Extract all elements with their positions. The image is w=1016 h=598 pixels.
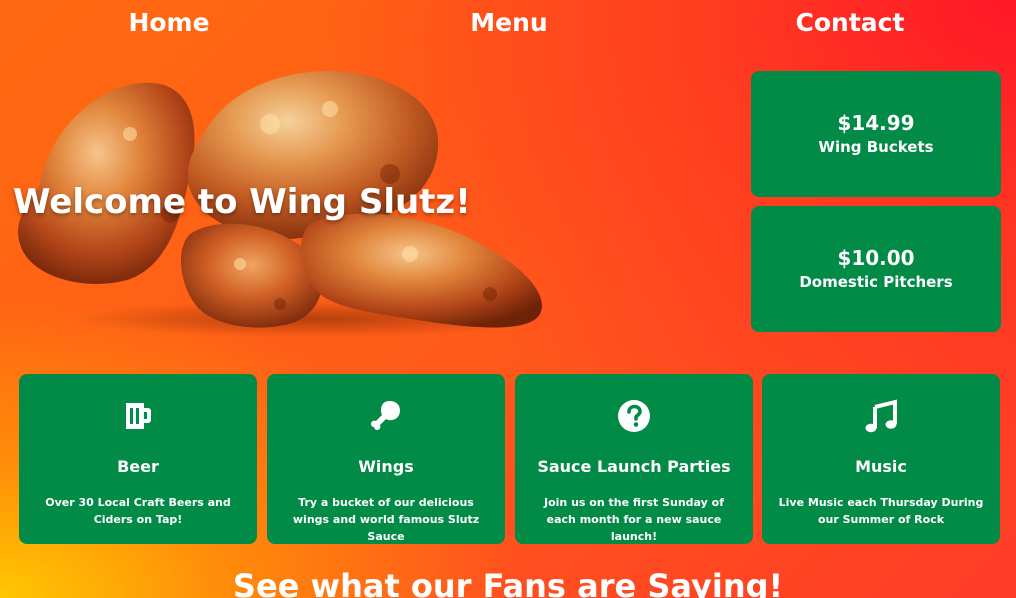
nav-home-link[interactable]: Home: [128, 8, 209, 37]
feature-card-music[interactable]: Music Live Music each Thursday During ou…: [762, 374, 1000, 544]
feature-card-beer[interactable]: Beer Over 30 Local Craft Beers and Cider…: [19, 374, 257, 544]
special-price: $14.99: [837, 111, 915, 135]
special-label: Domestic Pitchers: [799, 273, 953, 291]
nav-menu-link[interactable]: Menu: [470, 8, 547, 37]
feature-description: Live Music each Thursday During our Summ…: [778, 496, 984, 526]
feature-title: Beer: [117, 457, 159, 476]
special-price: $10.00: [837, 246, 915, 270]
question-circle-icon: [618, 400, 650, 432]
beer-mug-icon: [126, 403, 151, 429]
drumstick-icon: [371, 401, 400, 430]
special-card-domestic-pitchers[interactable]: $10.00 Domestic Pitchers: [751, 206, 1001, 332]
music-note-icon: [865, 399, 897, 433]
feature-card-wings[interactable]: Wings Try a bucket of our delicious wing…: [267, 374, 505, 544]
special-card-wing-buckets[interactable]: $14.99 Wing Buckets: [751, 71, 1001, 197]
hero-title: Welcome to Wing Slutz!: [13, 182, 471, 222]
feature-description: Try a bucket of our delicious wings and …: [292, 496, 480, 543]
feature-description: Join us on the first Sunday of each mont…: [544, 496, 724, 543]
feature-card-sauce-launch-parties[interactable]: Sauce Launch Parties Join us on the firs…: [515, 374, 753, 544]
fans-section-heading: See what our Fans are Saying!: [232, 567, 784, 598]
top-nav: Home Menu Contact: [0, 0, 1016, 50]
feature-title: Music: [855, 457, 907, 476]
nav-contact-link[interactable]: Contact: [796, 8, 905, 37]
feature-title: Sauce Launch Parties: [537, 457, 731, 476]
feature-description: Over 30 Local Craft Beers and Ciders on …: [45, 496, 231, 526]
special-label: Wing Buckets: [818, 138, 934, 156]
feature-title: Wings: [358, 457, 414, 476]
